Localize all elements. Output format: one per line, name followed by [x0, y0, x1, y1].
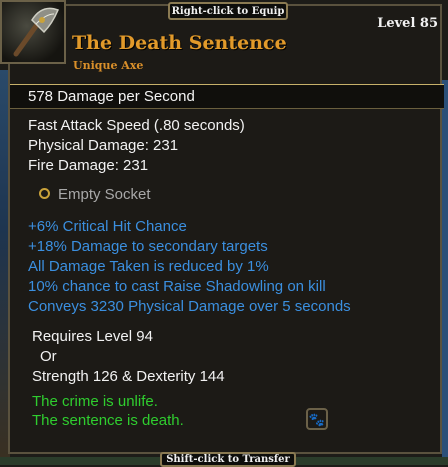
flavor-line-1: The crime is unlife. — [32, 393, 158, 410]
modifier-crit: +6% Critical Hit Chance — [28, 218, 187, 235]
item-icon-frame — [0, 0, 66, 64]
socket-label: Empty Socket — [58, 186, 151, 203]
dps-value: 578 Damage per Second — [28, 88, 195, 105]
requirement-level: Requires Level 94 — [32, 328, 153, 345]
flavor-line-2: The sentence is death. — [32, 412, 184, 429]
item-level: Level 85 — [377, 16, 438, 31]
modifier-damage-reduction: All Damage Taken is reduced by 1% — [28, 258, 269, 275]
stat-attack-speed: Fast Attack Speed (.80 seconds) — [28, 117, 245, 134]
modifier-physical-dot: Conveys 3230 Physical Damage over 5 seco… — [28, 298, 351, 315]
stat-fire-damage: Fire Damage: 231 — [28, 157, 149, 174]
item-name: The Death Sentence — [72, 32, 287, 54]
modifier-raise-shadowling: 10% chance to cast Raise Shadowling on k… — [28, 278, 326, 295]
modifier-secondary-damage: +18% Damage to secondary targets — [28, 238, 268, 255]
background-game-ui-right — [442, 80, 448, 465]
axe-icon — [13, 7, 59, 57]
right-click-equip-hint: Right-click to Equip — [168, 2, 288, 20]
socket-icon — [39, 188, 50, 199]
dps-bar: 578 Damage per Second — [10, 84, 444, 109]
requirement-stats: Strength 126 & Dexterity 144 — [32, 368, 225, 385]
item-type: Unique Axe — [73, 59, 144, 72]
stat-physical-damage: Physical Damage: 231 — [28, 137, 179, 154]
requirement-or: Or — [40, 348, 57, 365]
pet-paw-icon[interactable]: 🐾 — [306, 408, 328, 430]
